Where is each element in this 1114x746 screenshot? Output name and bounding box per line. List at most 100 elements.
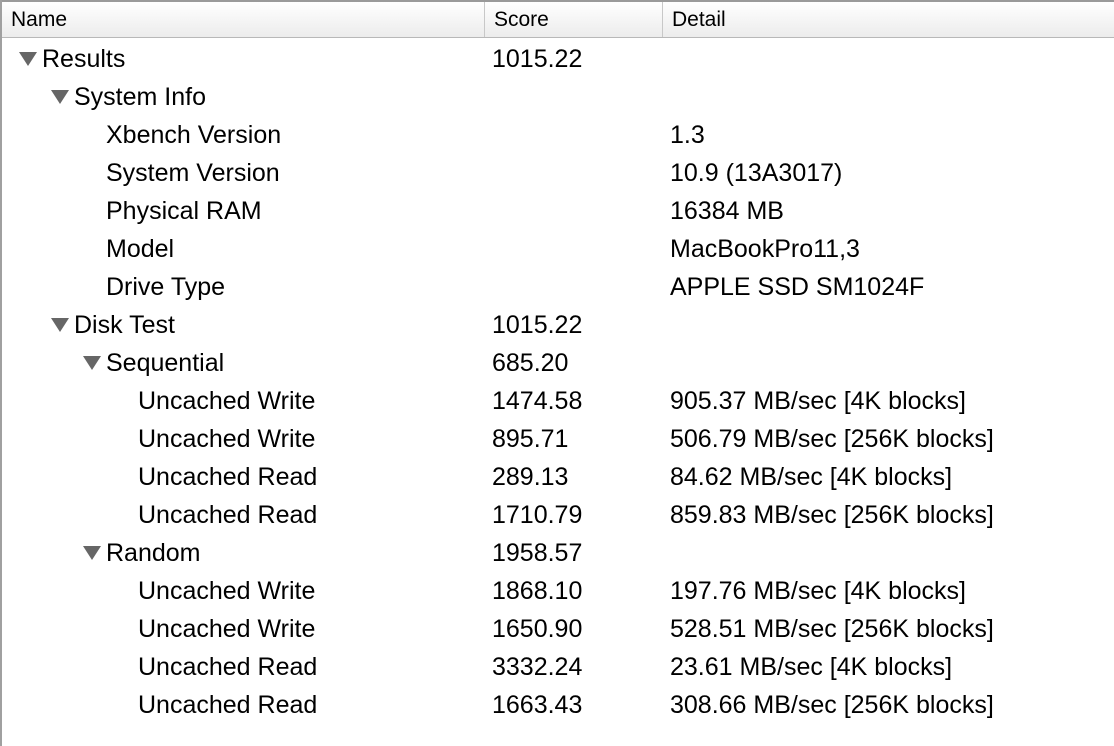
row-label: Random — [106, 539, 201, 567]
name-cell: Uncached Write — [2, 609, 482, 647]
detail-cell: MacBookPro11,3 — [670, 235, 860, 263]
disclosure-triangle-icon[interactable] — [83, 546, 101, 560]
row-sequential-uncached-write-256k[interactable]: Uncached Write 895.71 506.79 MB/sec [256… — [2, 419, 1114, 457]
row-sequential-uncached-read-4k[interactable]: Uncached Read 289.13 84.62 MB/sec [4K bl… — [2, 457, 1114, 495]
row-label: Uncached Write — [138, 387, 316, 415]
name-cell: Model — [2, 229, 482, 267]
detail-cell: 84.62 MB/sec [4K blocks] — [670, 463, 953, 491]
name-cell: Uncached Write — [2, 419, 482, 457]
disclosure-triangle-icon[interactable] — [19, 52, 37, 66]
row-label: Uncached Read — [138, 691, 318, 719]
score-cell: 289.13 — [492, 463, 569, 491]
row-random-uncached-write-256k[interactable]: Uncached Write 1650.90 528.51 MB/sec [25… — [2, 609, 1114, 647]
row-drive-type[interactable]: Drive Type APPLE SSD SM1024F — [2, 267, 1114, 305]
score-cell: 1868.10 — [492, 577, 583, 605]
row-sequential[interactable]: Sequential 685.20 — [2, 343, 1114, 381]
detail-cell: 1.3 — [670, 121, 705, 149]
name-cell: Uncached Read — [2, 685, 482, 723]
score-cell — [492, 267, 662, 305]
row-sequential-uncached-read-256k[interactable]: Uncached Read 1710.79 859.83 MB/sec [256… — [2, 495, 1114, 533]
disclosure-triangle-icon[interactable] — [51, 318, 69, 332]
column-header-detail[interactable]: Detail — [662, 2, 1114, 37]
row-disk-test[interactable]: Disk Test 1015.22 — [2, 305, 1114, 343]
score-cell: 685.20 — [492, 349, 569, 377]
name-cell: Sequential — [2, 343, 482, 381]
detail-cell: 859.83 MB/sec [256K blocks] — [670, 501, 994, 529]
detail-cell — [670, 305, 1110, 343]
detail-cell: APPLE SSD SM1024F — [670, 273, 925, 301]
row-label: Sequential — [106, 349, 225, 377]
score-cell: 1015.22 — [492, 45, 583, 73]
score-cell: 1958.57 — [492, 539, 583, 567]
detail-cell — [670, 39, 1110, 77]
name-cell: Random — [2, 533, 482, 571]
name-cell: Uncached Write — [2, 381, 482, 419]
column-header-bar: Name Score Detail — [2, 0, 1114, 38]
row-label: System Info — [74, 83, 206, 111]
row-label: Xbench Version — [106, 121, 282, 149]
row-xbench-version[interactable]: Xbench Version 1.3 — [2, 115, 1114, 153]
row-label: Physical RAM — [106, 197, 262, 225]
detail-cell: 905.37 MB/sec [4K blocks] — [670, 387, 966, 415]
detail-cell: 10.9 (13A3017) — [670, 159, 843, 187]
name-cell: Uncached Read — [2, 457, 482, 495]
row-physical-ram[interactable]: Physical RAM 16384 MB — [2, 191, 1114, 229]
detail-cell: 16384 MB — [670, 197, 784, 225]
row-label: Uncached Write — [138, 615, 316, 643]
row-label: Uncached Read — [138, 653, 318, 681]
row-system-version[interactable]: System Version 10.9 (13A3017) — [2, 153, 1114, 191]
column-header-score[interactable]: Score — [484, 2, 662, 37]
row-system-info[interactable]: System Info — [2, 77, 1114, 115]
name-cell: Uncached Read — [2, 647, 482, 685]
name-cell: Results — [2, 39, 482, 77]
name-cell: Disk Test — [2, 305, 482, 343]
row-random-uncached-read-4k[interactable]: Uncached Read 3332.24 23.61 MB/sec [4K b… — [2, 647, 1114, 685]
score-cell: 1015.22 — [492, 311, 583, 339]
name-cell: System Version — [2, 153, 482, 191]
score-cell — [492, 229, 662, 267]
row-label: Uncached Read — [138, 463, 318, 491]
row-label: Uncached Write — [138, 577, 316, 605]
row-label: System Version — [106, 159, 280, 187]
detail-cell: 506.79 MB/sec [256K blocks] — [670, 425, 994, 453]
row-random-uncached-read-256k[interactable]: Uncached Read 1663.43 308.66 MB/sec [256… — [2, 685, 1114, 723]
row-label: Disk Test — [74, 311, 175, 339]
row-random[interactable]: Random 1958.57 — [2, 533, 1114, 571]
row-results[interactable]: Results 1015.22 — [2, 39, 1114, 77]
row-label: Results — [42, 45, 126, 73]
score-cell — [492, 115, 662, 153]
detail-cell: 23.61 MB/sec [4K blocks] — [670, 653, 953, 681]
score-cell: 1663.43 — [492, 691, 583, 719]
results-outline-window: Name Score Detail Results 1015.22 System… — [0, 0, 1114, 746]
score-cell — [492, 191, 662, 229]
row-label: Uncached Write — [138, 425, 316, 453]
score-cell: 1650.90 — [492, 615, 583, 643]
results-outline: Results 1015.22 System Info Xbench Versi… — [2, 39, 1114, 723]
name-cell: Physical RAM — [2, 191, 482, 229]
score-cell: 1710.79 — [492, 501, 583, 529]
score-cell — [492, 77, 662, 115]
row-random-uncached-write-4k[interactable]: Uncached Write 1868.10 197.76 MB/sec [4K… — [2, 571, 1114, 609]
row-sequential-uncached-write-4k[interactable]: Uncached Write 1474.58 905.37 MB/sec [4K… — [2, 381, 1114, 419]
score-cell: 895.71 — [492, 425, 569, 453]
score-cell — [492, 153, 662, 191]
disclosure-triangle-icon[interactable] — [51, 90, 69, 104]
detail-cell: 308.66 MB/sec [256K blocks] — [670, 691, 994, 719]
detail-cell — [670, 343, 1110, 381]
row-label: Model — [106, 235, 175, 263]
row-label: Uncached Read — [138, 501, 318, 529]
name-cell: Uncached Write — [2, 571, 482, 609]
disclosure-triangle-icon[interactable] — [83, 356, 101, 370]
name-cell: Xbench Version — [2, 115, 482, 153]
row-label: Drive Type — [106, 273, 226, 301]
detail-cell: 528.51 MB/sec [256K blocks] — [670, 615, 994, 643]
row-model[interactable]: Model MacBookPro11,3 — [2, 229, 1114, 267]
detail-cell — [670, 77, 1110, 115]
score-cell: 1474.58 — [492, 387, 583, 415]
name-cell: Uncached Read — [2, 495, 482, 533]
name-cell: System Info — [2, 77, 482, 115]
name-cell: Drive Type — [2, 267, 482, 305]
detail-cell — [670, 533, 1110, 571]
detail-cell: 197.76 MB/sec [4K blocks] — [670, 577, 966, 605]
column-header-name[interactable]: Name — [2, 2, 484, 37]
